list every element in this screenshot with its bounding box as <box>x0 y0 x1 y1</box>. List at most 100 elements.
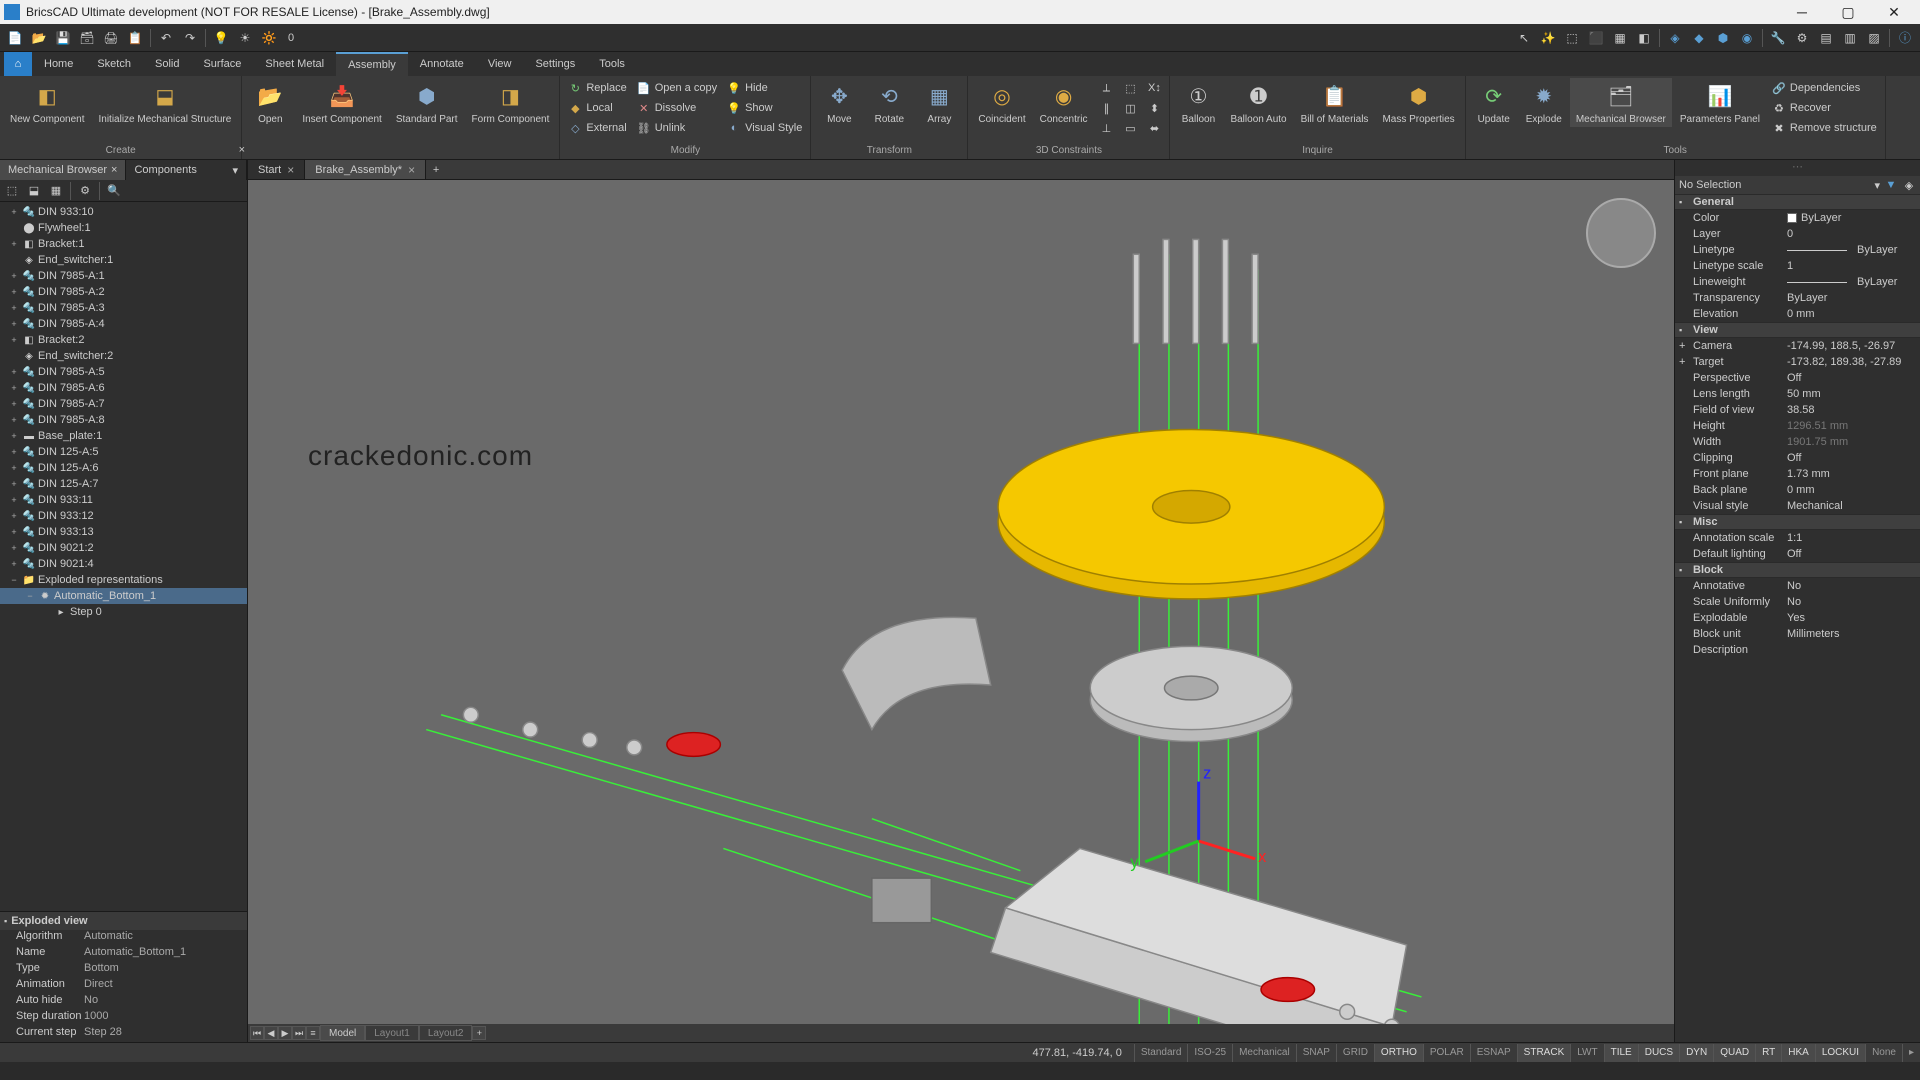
update-button[interactable]: ⟳Update <box>1470 78 1518 127</box>
tree-item[interactable]: +🔩DIN 7985-A:2 <box>0 284 247 300</box>
add-layout-button[interactable]: + <box>472 1026 486 1040</box>
expand-icon[interactable]: − <box>24 591 36 601</box>
status-toggle-polar[interactable]: POLAR <box>1423 1044 1470 1062</box>
expand-icon[interactable]: + <box>8 511 20 521</box>
dropdown-icon[interactable]: ▾ <box>1874 179 1880 192</box>
prop-value[interactable]: Bottom <box>84 962 247 978</box>
prop-value[interactable]: 38.58 <box>1787 404 1920 416</box>
help-icon[interactable]: ⓘ <box>1896 29 1914 47</box>
constraint1-button[interactable]: ⟂ <box>1095 78 1117 98</box>
nav-list-icon[interactable]: ≡ <box>306 1026 320 1040</box>
rotate-button[interactable]: ⟲Rotate <box>865 78 913 127</box>
prop-value[interactable]: 1.73 mm <box>1787 468 1920 480</box>
filter-icon[interactable]: ▼ <box>1884 178 1898 192</box>
wrench-icon[interactable]: 🔧 <box>1769 29 1787 47</box>
app-menu-button[interactable]: ⌂ <box>4 52 32 76</box>
new-icon[interactable]: 📄 <box>6 29 24 47</box>
prop-value[interactable]: 0 <box>1787 228 1920 240</box>
tree-item[interactable]: +▬Base_plate:1 <box>0 428 247 444</box>
panel-close-icon[interactable]: × <box>239 144 245 156</box>
prop-value[interactable]: 0 mm <box>1787 308 1920 320</box>
component-tree[interactable]: +🔩DIN 933:10⬤Flywheel:1+◧Bracket:1◈End_s… <box>0 202 247 911</box>
balloon-auto-button[interactable]: ➊Balloon Auto <box>1224 78 1292 127</box>
toolbar-btn2-icon[interactable]: ⬓ <box>26 183 42 199</box>
expand-icon[interactable]: + <box>8 447 20 457</box>
tree-item[interactable]: ⬤Flywheel:1 <box>0 220 247 236</box>
prop-value[interactable]: ByLayer <box>1787 244 1920 256</box>
tree-item[interactable]: +🔩DIN 7985-A:6 <box>0 380 247 396</box>
plot-icon[interactable]: 📋 <box>126 29 144 47</box>
tree-item[interactable]: +🔩DIN 7985-A:1 <box>0 268 247 284</box>
status-toggle-lwt[interactable]: LWT <box>1570 1044 1603 1062</box>
dropdown-icon[interactable]: ▾ <box>232 164 238 177</box>
section-misc[interactable]: ▪Misc <box>1675 514 1920 530</box>
prop-value[interactable]: 50 mm <box>1787 388 1920 400</box>
selection-dropdown[interactable]: No Selection <box>1679 179 1870 191</box>
expand-icon[interactable]: + <box>8 383 20 393</box>
unlink-button[interactable]: ⛓Unlink <box>633 118 721 138</box>
tab-start[interactable]: Start× <box>248 160 305 179</box>
expand-icon[interactable]: + <box>8 335 20 345</box>
local-button[interactable]: ◆Local <box>564 98 630 118</box>
nav-first-icon[interactable]: ⏮ <box>250 1026 264 1040</box>
form-component-button[interactable]: ◨Form Component <box>466 78 556 127</box>
prop-value[interactable]: No <box>1787 596 1920 608</box>
tool2-icon[interactable]: ⬛ <box>1587 29 1605 47</box>
open-icon[interactable]: 📂 <box>30 29 48 47</box>
expand-icon[interactable]: − <box>8 575 20 585</box>
opt3-icon[interactable]: ▨ <box>1865 29 1883 47</box>
saveall-icon[interactable]: 🗃 <box>78 29 96 47</box>
ribbon-tab-assembly[interactable]: Assembly <box>336 52 408 76</box>
ribbon-tab-surface[interactable]: Surface <box>191 52 253 76</box>
toolbar-btn1-icon[interactable]: ⬚ <box>4 183 20 199</box>
tree-item[interactable]: −📁Exploded representations <box>0 572 247 588</box>
concentric-button[interactable]: ◉Concentric <box>1034 78 1094 127</box>
ribbon-tab-home[interactable]: Home <box>32 52 85 76</box>
prop-value[interactable]: Off <box>1787 372 1920 384</box>
standard-part-button[interactable]: ⬢Standard Part <box>390 78 464 127</box>
close-icon[interactable]: × <box>287 163 294 177</box>
status-toggle-rt[interactable]: RT <box>1755 1044 1781 1062</box>
toolbar-search-icon[interactable]: 🔍 <box>106 183 122 199</box>
nav-last-icon[interactable]: ⏭ <box>292 1026 306 1040</box>
add-tab-button[interactable]: + <box>426 160 446 179</box>
3d-viewport[interactable]: z x y crackedonic.com <box>248 180 1674 1024</box>
status-toggle-snap[interactable]: SNAP <box>1296 1044 1336 1062</box>
prop-value[interactable]: Off <box>1787 452 1920 464</box>
visual-style-button[interactable]: ◐Visual Style <box>723 118 806 138</box>
expand-icon[interactable]: + <box>8 479 20 489</box>
tree-item[interactable]: +🔩DIN 7985-A:4 <box>0 316 247 332</box>
exploded-view-header[interactable]: ▪Exploded view <box>0 912 247 930</box>
ribbon-tab-sketch[interactable]: Sketch <box>85 52 143 76</box>
section-view[interactable]: ▪View <box>1675 322 1920 338</box>
tree-item[interactable]: ◈End_switcher:2 <box>0 348 247 364</box>
tree-item[interactable]: +🔩DIN 125-A:7 <box>0 476 247 492</box>
bulb-icon[interactable]: 🔆 <box>260 29 278 47</box>
expand-icon[interactable]: + <box>8 399 20 409</box>
prop-value[interactable]: No <box>1787 580 1920 592</box>
tree-item[interactable]: +🔩DIN 933:12 <box>0 508 247 524</box>
expand-icon[interactable]: + <box>8 543 20 553</box>
opt2-icon[interactable]: ▥ <box>1841 29 1859 47</box>
prop-value[interactable]: 0 mm <box>1787 484 1920 496</box>
expand-icon[interactable]: + <box>8 463 20 473</box>
constraint2-button[interactable]: ∥ <box>1095 98 1117 118</box>
remove-structure-button[interactable]: ✖Remove structure <box>1768 118 1881 138</box>
mass-properties-button[interactable]: ⬢Mass Properties <box>1376 78 1460 127</box>
section-general[interactable]: ▪General <box>1675 194 1920 210</box>
prop-value[interactable]: Off <box>1787 548 1920 560</box>
tree-item[interactable]: +🔩DIN 933:11 <box>0 492 247 508</box>
prop-value[interactable]: Direct <box>84 978 247 994</box>
constraint3-button[interactable]: ⊥ <box>1095 118 1117 138</box>
prop-value[interactable]: Step 28 <box>84 1026 247 1042</box>
select-icon[interactable]: ◈ <box>1902 178 1916 192</box>
tree-item[interactable]: +🔩DIN 933:10 <box>0 204 247 220</box>
status-toggle-tile[interactable]: TILE <box>1604 1044 1638 1062</box>
tab-brake-assembly[interactable]: Brake_Assembly*× <box>305 160 426 179</box>
nav-next-icon[interactable]: ▶ <box>278 1026 292 1040</box>
tool4-icon[interactable]: ◧ <box>1635 29 1653 47</box>
close-icon[interactable]: × <box>111 164 117 176</box>
prop-value[interactable]: 1296.51 mm <box>1787 420 1920 432</box>
status-standard[interactable]: Standard <box>1134 1044 1188 1062</box>
expand-icon[interactable]: + <box>8 431 20 441</box>
